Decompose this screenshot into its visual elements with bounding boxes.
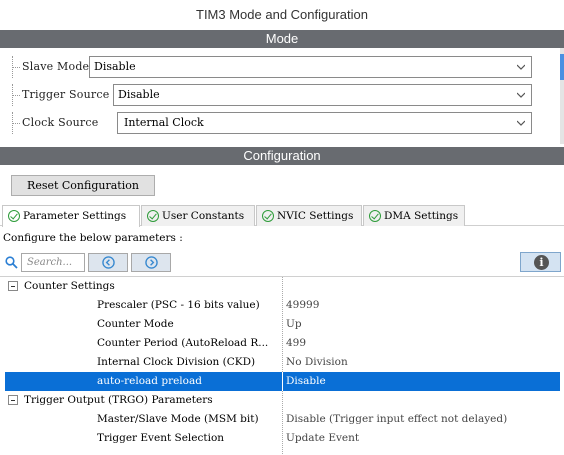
info-icon: i — [534, 255, 549, 270]
slave-mode-value: Disable — [94, 60, 136, 73]
mode-section-header: Mode — [0, 30, 564, 48]
slave-mode-select[interactable]: Disable — [89, 56, 532, 78]
configure-instruction: Configure the below parameters : — [3, 232, 183, 244]
group-label: Counter Settings — [24, 280, 115, 292]
param-name: Trigger Event Selection — [97, 432, 225, 444]
mode-scrollbar[interactable] — [560, 48, 564, 144]
check-circle-icon — [147, 210, 159, 222]
group-label: Trigger Output (TRGO) Parameters — [24, 394, 213, 406]
param-name: auto-reload preload — [97, 375, 202, 387]
trigger-source-row: Trigger Source Disable — [0, 84, 540, 106]
column-divider — [282, 372, 283, 391]
trigger-source-value: Disable — [118, 88, 160, 101]
search-placeholder: Search... — [27, 257, 73, 268]
mode-panel: Slave Mode Disable Trigger Source Disabl… — [0, 48, 564, 144]
tab-nvic-settings[interactable]: NVIC Settings — [256, 205, 362, 226]
tree-connector — [12, 123, 20, 124]
chevron-right-circle-icon — [145, 256, 158, 269]
table-row[interactable]: Counter Period (AutoReload R... 499 — [0, 334, 560, 353]
check-circle-icon — [369, 210, 381, 222]
config-tabs: Parameter Settings User Constants NVIC S… — [0, 205, 564, 227]
tab-parameter-settings[interactable]: Parameter Settings — [2, 205, 140, 227]
table-row[interactable]: Trigger Event Selection Update Event — [0, 429, 560, 448]
param-value[interactable]: Disable (Trigger input effect not delaye… — [286, 410, 507, 429]
tree-connector — [12, 67, 20, 68]
slave-mode-label: Slave Mode — [22, 60, 90, 73]
chevron-down-icon — [517, 120, 525, 126]
info-button[interactable]: i — [520, 252, 561, 272]
clock-source-label: Clock Source — [22, 116, 99, 129]
slave-mode-row: Slave Mode Disable — [0, 56, 540, 78]
clock-source-value: Internal Clock — [124, 116, 204, 129]
param-name: Prescaler (PSC - 16 bits value) — [97, 299, 260, 311]
search-input[interactable]: Search... — [21, 253, 85, 272]
param-name: Counter Period (AutoReload R... — [97, 337, 269, 349]
collapse-icon[interactable] — [8, 395, 18, 405]
clock-source-row: Clock Source Internal Clock — [0, 112, 540, 134]
table-row[interactable]: Counter Mode Up — [0, 315, 560, 334]
tab-user-constants[interactable]: User Constants — [141, 205, 255, 226]
chevron-left-circle-icon — [102, 256, 115, 269]
param-value[interactable]: Disable — [286, 372, 326, 391]
search-icon — [5, 256, 18, 269]
param-value[interactable]: Update Event — [286, 429, 359, 448]
table-row-selected[interactable]: auto-reload preload Disable — [5, 372, 560, 391]
param-name: Master/Slave Mode (MSM bit) — [97, 413, 259, 425]
check-circle-icon — [262, 210, 274, 222]
mode-scrollbar-thumb[interactable] — [560, 54, 564, 80]
table-row[interactable]: Prescaler (PSC - 16 bits value) 49999 — [0, 296, 560, 315]
search-next-button[interactable] — [131, 253, 171, 272]
tab-dma-settings[interactable]: DMA Settings — [363, 205, 465, 226]
trigger-source-select[interactable]: Disable — [113, 84, 532, 106]
tab-label: DMA Settings — [384, 210, 459, 222]
search-previous-button[interactable] — [88, 253, 128, 272]
param-value[interactable]: 499 — [286, 334, 306, 353]
check-circle-icon — [8, 210, 20, 222]
trigger-source-label: Trigger Source — [22, 88, 110, 101]
clock-source-select[interactable]: Internal Clock — [117, 112, 532, 134]
chevron-down-icon — [517, 92, 525, 98]
param-value[interactable]: 49999 — [286, 296, 319, 315]
reset-configuration-button[interactable]: Reset Configuration — [11, 175, 155, 196]
table-row[interactable]: Master/Slave Mode (MSM bit) Disable (Tri… — [0, 410, 560, 429]
collapse-icon[interactable] — [8, 281, 18, 291]
param-value[interactable]: Up — [286, 315, 302, 334]
tree-connector — [12, 95, 20, 96]
table-row[interactable]: Internal Clock Division (CKD) No Divisio… — [0, 353, 560, 372]
tab-label: Parameter Settings — [23, 210, 127, 222]
window-title: TIM3 Mode and Configuration — [196, 7, 368, 22]
parameter-tree: Counter Settings Prescaler (PSC - 16 bit… — [0, 276, 564, 455]
param-name: Counter Mode — [97, 318, 174, 330]
configuration-section-header: Configuration — [0, 147, 564, 165]
tree-group-trigger-output[interactable]: Trigger Output (TRGO) Parameters — [0, 391, 560, 410]
param-name: Internal Clock Division (CKD) — [97, 356, 256, 368]
param-value[interactable]: No Division — [286, 353, 348, 372]
tab-label: NVIC Settings — [277, 210, 354, 222]
tab-label: User Constants — [162, 210, 245, 222]
tree-group-counter-settings[interactable]: Counter Settings — [0, 277, 560, 296]
chevron-down-icon — [517, 64, 525, 70]
